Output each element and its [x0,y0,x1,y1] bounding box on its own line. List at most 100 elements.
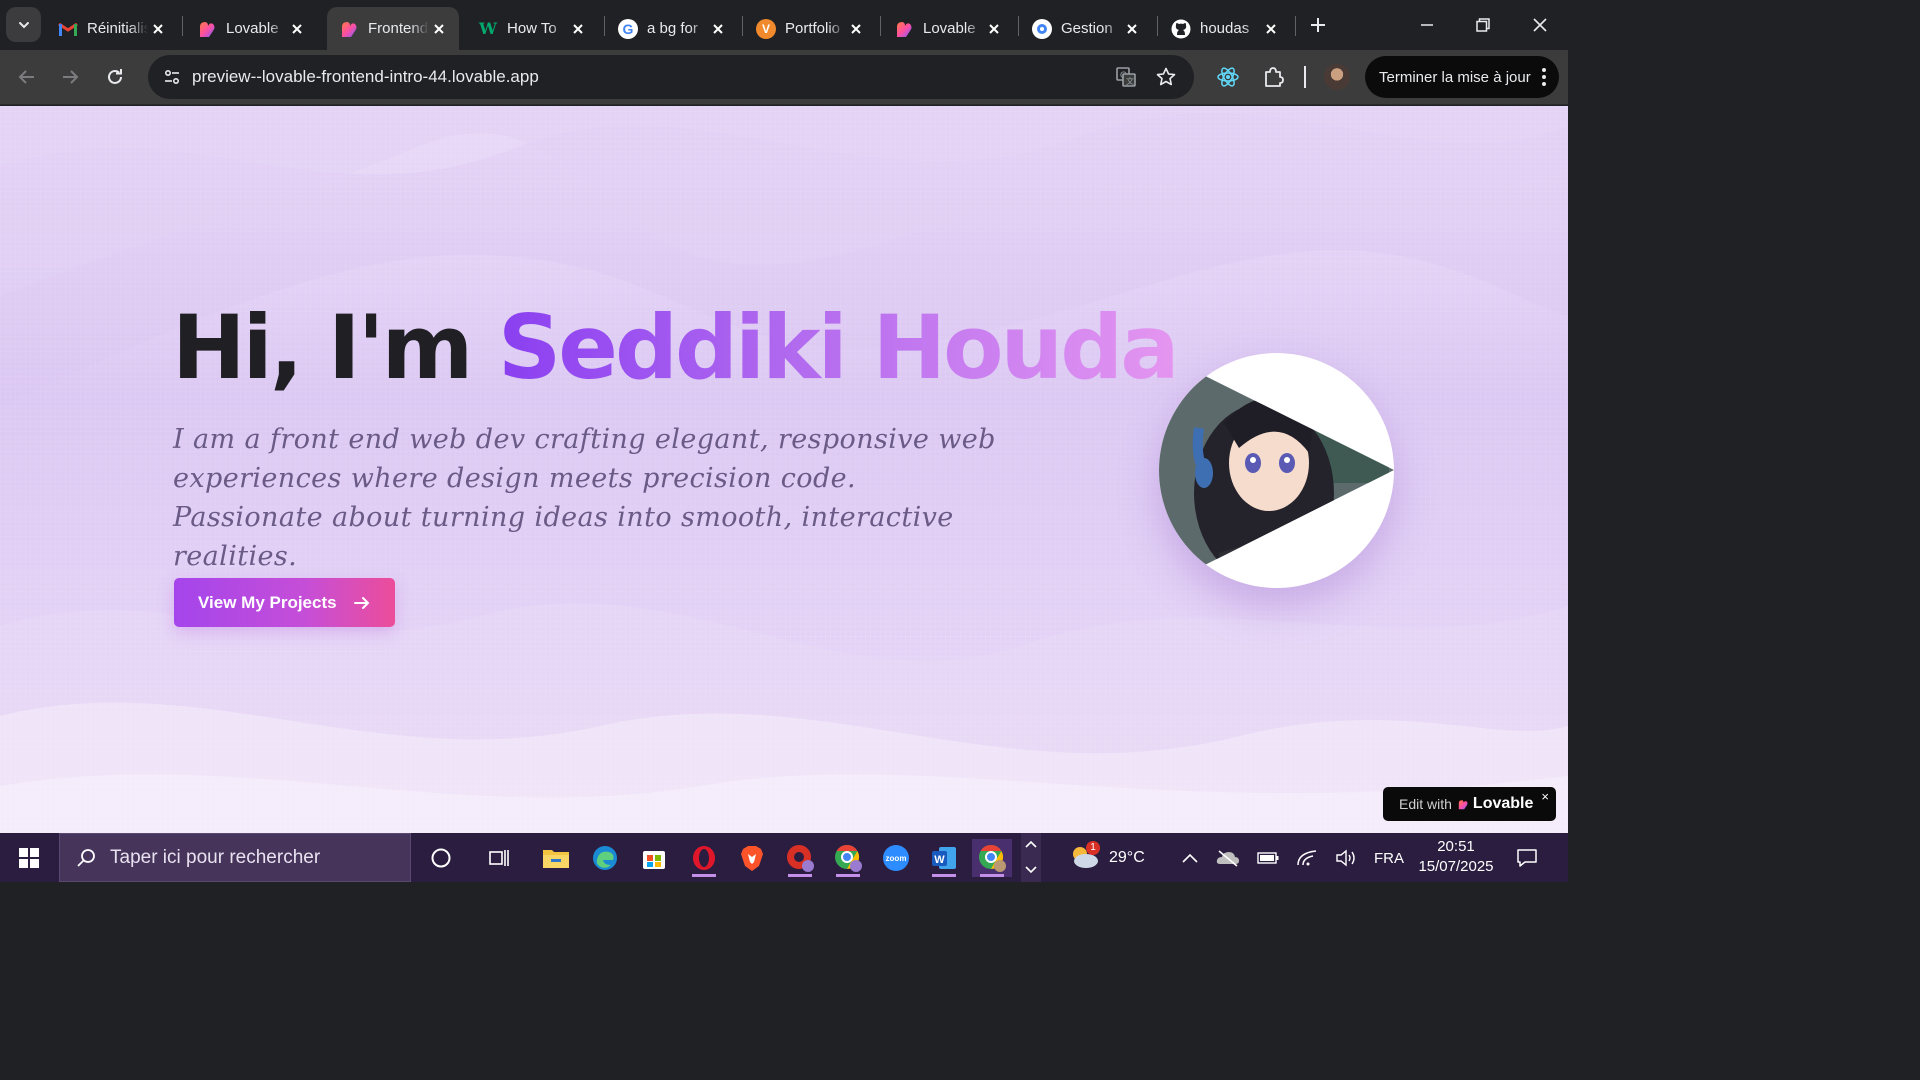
taskbar-edge[interactable] [585,839,625,877]
tab-github[interactable]: houdas [1159,7,1291,50]
close-icon[interactable] [1122,19,1142,39]
chrome-profile-icon [787,845,814,872]
view-projects-label: View My Projects [198,592,337,612]
forward-button[interactable] [53,60,87,94]
taskbar-search-box[interactable]: Taper ici pour rechercher [59,833,411,882]
tab-how-to[interactable]: W How To [466,7,598,50]
edit-with-label: Edit with [1399,796,1452,812]
restore-icon [1476,18,1490,32]
taskbar-scroll[interactable] [1021,833,1041,882]
tab-google-search[interactable]: G a bg for [606,7,738,50]
tab-separator [742,16,743,36]
github-icon [1171,19,1191,39]
taskbar-opera[interactable] [684,839,724,877]
network-status[interactable] [1287,839,1327,877]
edge-icon [593,846,617,870]
minimize-icon [1421,24,1433,26]
taskbar-brave[interactable] [732,839,772,877]
folder-icon [543,850,569,868]
svg-text:W: W [934,854,945,866]
task-view-button[interactable] [479,839,519,877]
taskbar-chrome-active[interactable] [972,839,1012,877]
close-icon[interactable] [846,19,866,39]
close-icon[interactable] [984,19,1004,39]
clock[interactable]: 20:51 15/07/2025 [1410,837,1502,877]
search-icon [77,848,95,867]
new-tab-button[interactable] [1305,12,1331,38]
input-language[interactable]: FRA [1374,850,1404,867]
tab-search-button[interactable] [6,7,41,42]
tab-frontend-active[interactable]: Frontend [327,7,459,50]
close-icon[interactable] [708,19,728,39]
close-badge-icon[interactable]: × [1541,789,1549,804]
bookmark-star-icon[interactable] [1154,65,1178,89]
react-devtools-icon[interactable] [1214,63,1242,91]
taskbar-chrome-profile-2[interactable] [828,839,868,877]
start-button[interactable] [0,833,58,882]
profile-avatar[interactable] [1324,64,1350,90]
battery-status[interactable] [1248,839,1288,877]
close-icon[interactable] [568,19,588,39]
more-vertical-icon[interactable] [1541,67,1547,91]
zoom-icon: zoom [883,845,909,871]
page-viewport: Hi, I'm Seddiki Houda I am a front end w… [0,106,1568,833]
translate-icon[interactable]: G文 [1114,65,1138,89]
cortana-button[interactable] [421,839,461,877]
svg-text:zoom: zoom [886,854,907,863]
close-icon[interactable] [1261,19,1281,39]
weather-temperature[interactable]: 29°C [1109,849,1145,867]
tab-lovable-2[interactable]: Lovable [882,7,1014,50]
close-icon[interactable] [429,19,449,39]
taskbar-word[interactable]: W [924,839,964,877]
reload-button[interactable] [98,60,132,94]
notification-center[interactable] [1507,839,1547,877]
close-icon[interactable] [148,19,168,39]
taskbar-zoom[interactable]: zoom [876,839,916,877]
taskbar-chrome-profile-1[interactable] [780,839,820,877]
tab-title: a bg for [647,20,698,37]
tab-gestion[interactable]: Gestion [1020,7,1152,50]
clock-date: 15/07/2025 [1418,858,1494,875]
opera-icon [693,846,715,870]
url-text[interactable]: preview--lovable-frontend-intro-44.lovab… [192,67,539,87]
wifi-icon [1297,850,1317,866]
task-view-icon [489,850,509,866]
close-window-button[interactable] [1520,8,1560,42]
finish-update-button[interactable]: Terminer la mise à jour [1365,56,1559,98]
tab-lovable[interactable]: Lovable [185,7,317,50]
site-info-icon[interactable] [156,61,188,93]
view-projects-button[interactable]: View My Projects [174,578,395,627]
restore-button[interactable] [1463,8,1503,42]
chrome-icon [979,845,1006,872]
taskbar-store[interactable] [634,839,674,877]
arrow-right-icon [63,70,79,84]
finish-update-label: Terminer la mise à jour [1379,68,1531,86]
store-icon [643,851,665,869]
cortana-circle-icon [431,848,451,868]
back-button[interactable] [10,60,44,94]
onedrive-status[interactable] [1208,839,1248,877]
running-indicator [932,874,956,877]
edit-with-lovable-badge[interactable]: Edit with Lovable × [1383,787,1556,821]
running-indicator [692,874,716,877]
tab-separator [604,16,605,36]
extensions-icon[interactable] [1259,63,1287,91]
volume-control[interactable] [1326,839,1366,877]
taskbar-file-explorer[interactable] [536,839,576,877]
tab-gmail[interactable]: Réinitialiser [46,7,178,50]
brave-icon [741,846,763,871]
running-indicator [788,874,812,877]
lovable-icon [197,19,217,39]
address-bar[interactable]: preview--lovable-frontend-intro-44.lovab… [148,55,1194,99]
minimize-button[interactable] [1407,8,1447,42]
arrow-left-icon [18,70,34,84]
arrow-right-icon [354,597,370,609]
search-placeholder: Taper ici pour rechercher [110,846,321,868]
hero-greeting: Hi, I'm [172,296,473,399]
tab-portfolio[interactable]: V Portfolio [744,7,876,50]
windows-taskbar: Taper ici pour rechercher zoom W 1 29°C … [0,833,1568,882]
close-icon[interactable] [287,19,307,39]
show-hidden-icons[interactable] [1170,839,1210,877]
google-icon: G [618,18,638,39]
weather-widget[interactable]: 1 [1068,841,1102,873]
